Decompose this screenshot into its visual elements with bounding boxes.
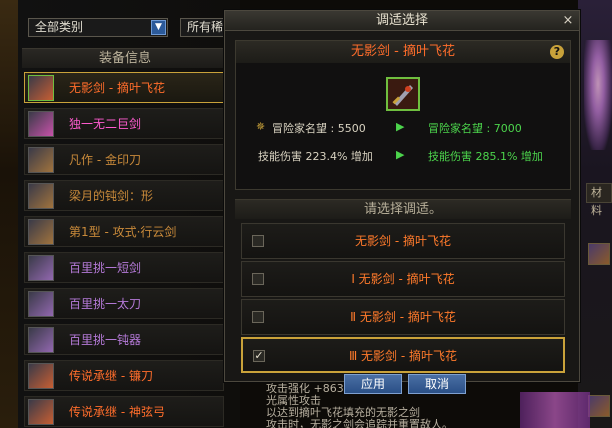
tune-option[interactable]: 无影剑 - 摘叶飞花 — [241, 223, 565, 259]
tune-option[interactable]: ✓ Ⅲ 无影剑 - 摘叶飞花 — [241, 337, 565, 373]
description-line: 攻击时，无影之剑会追踪并重置敌人。 — [266, 418, 453, 428]
sword-icon — [28, 219, 54, 245]
option-label: 无影剑 - 摘叶飞花 — [355, 234, 451, 248]
cancel-button[interactable]: 取消 — [408, 374, 466, 394]
rarity-select[interactable]: 所有稀 — [180, 18, 228, 37]
arrow-right-icon: ▶ — [396, 120, 405, 133]
option-label: Ⅱ 无影剑 - 摘叶飞花 — [350, 310, 456, 324]
choice-header: 请选择调适。 — [235, 199, 571, 219]
equipment-item-label: 传说承继 - 神弦弓 — [69, 405, 165, 419]
right-item-icon[interactable] — [588, 243, 610, 265]
skill-damage-after: 技能伤害 285.1% 增加 — [428, 150, 543, 163]
equipment-list-item[interactable]: 无影剑 - 摘叶飞花 — [24, 72, 224, 103]
equipment-list-item[interactable]: 独一无二巨剑 — [24, 108, 224, 139]
equipment-list-item[interactable]: 百里挑一短剑 — [24, 252, 224, 283]
equipment-item-label: 百里挑一钝器 — [69, 333, 142, 347]
equipment-item-label: 百里挑一短剑 — [69, 261, 142, 275]
arrow-right-icon: ▶ — [396, 148, 405, 161]
item-icon — [386, 77, 420, 111]
category-select-value: 全部类别 — [35, 20, 84, 34]
equipment-list-item[interactable]: 第1型 - 攻式·行云剑 — [24, 216, 224, 247]
option-label: Ⅰ 无影剑 - 摘叶飞花 — [351, 272, 455, 286]
skill-damage-before: 技能伤害 223.4% 增加 — [258, 150, 373, 163]
fame-before-icon: ✵ — [256, 120, 266, 133]
close-icon[interactable]: × — [561, 14, 575, 28]
equipment-list-item[interactable]: 传说承继 - 神弦弓 — [24, 396, 224, 427]
equipment-item-label: 百里挑一太刀 — [69, 297, 142, 311]
item-name: 无影剑 - 摘叶飞花 — [236, 41, 570, 63]
item-info-panel: 无影剑 - 摘叶飞花 ? ✵ 冒险家名望 : 5500 ▶ 冒险家名望 : 70… — [235, 40, 571, 190]
mace-icon — [28, 327, 54, 353]
panel-border-decoration — [0, 0, 18, 428]
equipment-list-item[interactable]: 凡作 - 金印刀 — [24, 144, 224, 175]
equipment-list-item[interactable]: 百里挑一太刀 — [24, 288, 224, 319]
blade-icon — [28, 147, 54, 173]
equipment-list-item[interactable]: 梁月的钝剑：形 — [24, 180, 224, 211]
katana-icon — [28, 291, 54, 317]
equipment-item-label: 梁月的钝剑：形 — [69, 189, 154, 203]
apply-button[interactable]: 应用 — [344, 374, 402, 394]
bottom-item-strip — [520, 392, 590, 428]
category-select[interactable]: 全部类别 ▼ — [28, 18, 168, 37]
equipment-list-item[interactable]: 传说承继 - 镰刀 — [24, 360, 224, 391]
equipment-item-label: 凡作 - 金印刀 — [69, 153, 141, 167]
tune-option[interactable]: Ⅰ 无影剑 - 摘叶飞花 — [241, 261, 565, 297]
help-icon[interactable]: ? — [550, 45, 564, 59]
scythe-icon — [28, 363, 54, 389]
character-figure — [584, 40, 612, 150]
equipment-list-item[interactable]: 百里挑一钝器 — [24, 324, 224, 355]
materials-tab[interactable]: 材料 — [586, 183, 612, 217]
fame-after: 冒险家名望 : 7000 — [428, 122, 522, 135]
tune-option[interactable]: Ⅱ 无影剑 - 摘叶飞花 — [241, 299, 565, 335]
chevron-down-icon[interactable]: ▼ — [151, 20, 166, 35]
tune-selection-dialog: 调适选择 × 无影剑 - 摘叶飞花 ? ✵ 冒险家名望 : 5500 ▶ 冒险家… — [224, 10, 580, 382]
equipment-item-label: 独一无二巨剑 — [69, 117, 142, 131]
equipment-item-label: 第1型 - 攻式·行云剑 — [69, 225, 177, 239]
dialog-title: 调适选择 — [225, 11, 579, 31]
equipment-list-header: 装备信息 — [22, 48, 228, 68]
greatsword-icon — [28, 111, 54, 137]
sword-icon — [28, 75, 54, 101]
right-item-icon[interactable] — [588, 395, 610, 417]
equipment-item-label: 无影剑 - 摘叶飞花 — [69, 81, 165, 95]
rarity-select-value: 所有稀 — [187, 20, 224, 34]
bow-icon — [28, 399, 54, 425]
bluntsword-icon — [28, 183, 54, 209]
equipment-item-label: 传说承继 - 镰刀 — [69, 369, 153, 383]
fame-before: 冒险家名望 : 5500 — [272, 122, 366, 135]
option-label: Ⅲ 无影剑 - 摘叶飞花 — [348, 349, 458, 363]
sword-icon — [388, 79, 418, 109]
shortsword-icon — [28, 255, 54, 281]
